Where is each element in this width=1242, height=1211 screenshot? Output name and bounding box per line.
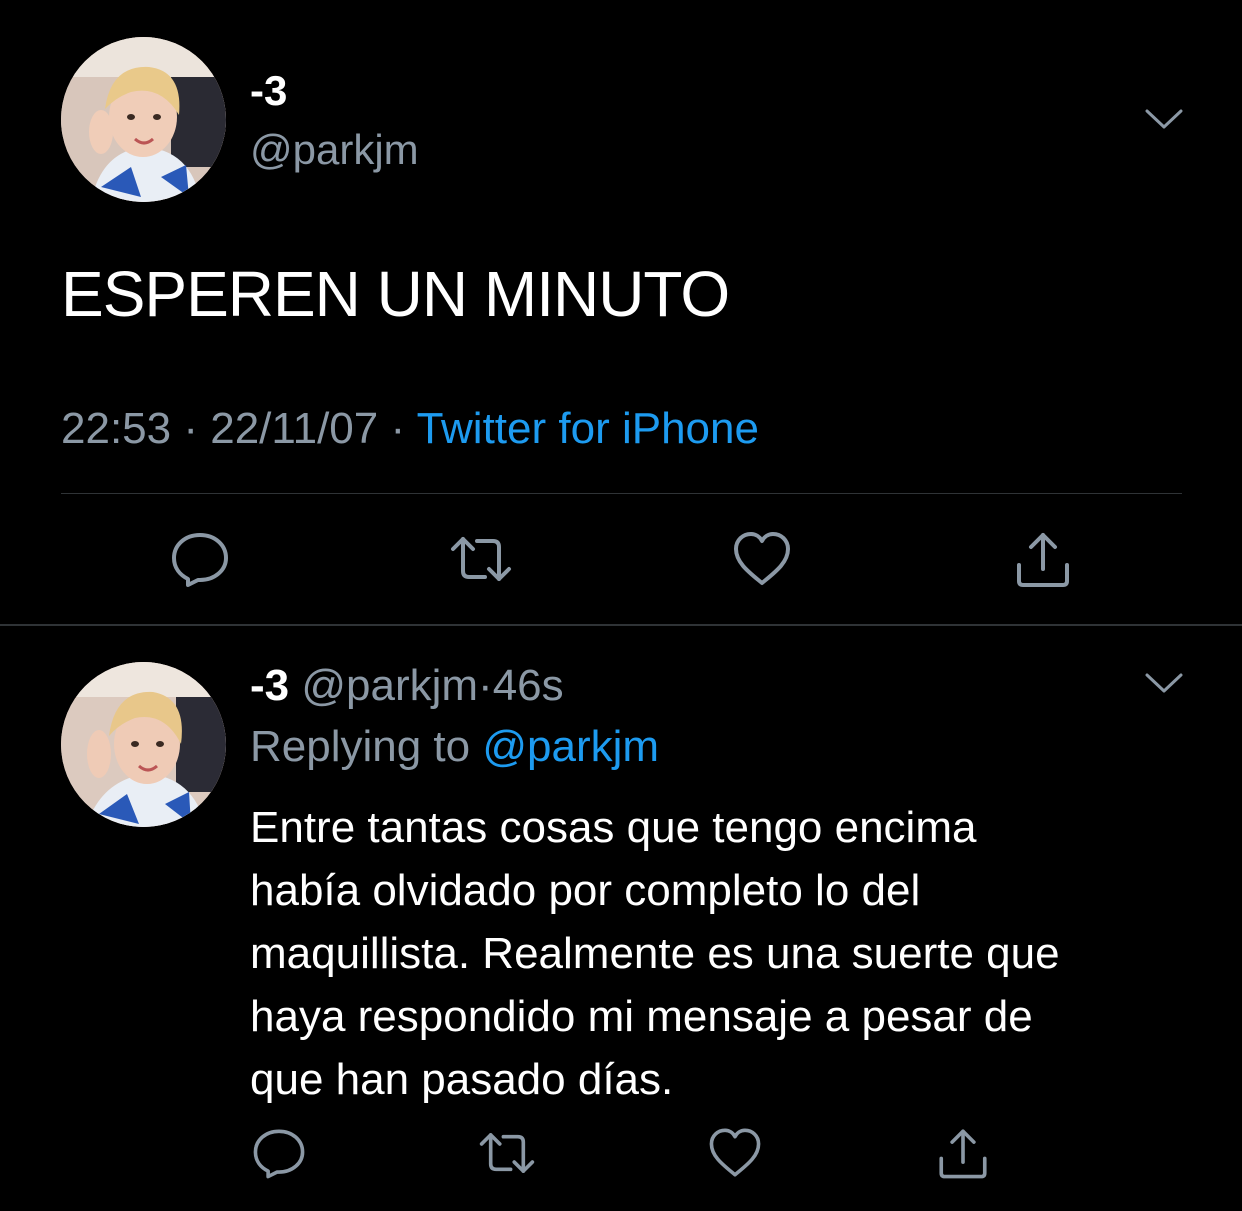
- user-handle[interactable]: @parkjm: [250, 123, 419, 177]
- replying-prefix: Replying to: [250, 722, 471, 771]
- like-icon[interactable]: [730, 527, 794, 591]
- tweet-time: 46s: [492, 661, 564, 710]
- chevron-down-icon[interactable]: [1144, 107, 1184, 131]
- tweet-meta: 22:53 · 22/11/07 · Twitter for iPhone: [61, 401, 759, 457]
- like-icon[interactable]: [706, 1124, 764, 1182]
- replying-to: Replying to @parkjm: [250, 719, 659, 775]
- share-icon[interactable]: [1011, 527, 1075, 591]
- display-name[interactable]: -3: [250, 661, 289, 710]
- tweet-text-line: había olvidado por completo lo del: [250, 866, 921, 915]
- reply-icon[interactable]: [168, 527, 232, 591]
- chevron-down-icon[interactable]: [1144, 671, 1184, 695]
- separator: ·: [183, 404, 198, 453]
- display-name[interactable]: -3: [250, 64, 287, 118]
- tweet-text-line: haya respondido mi mensaje a pesar de: [250, 992, 1033, 1041]
- tweet-source-link[interactable]: Twitter for iPhone: [417, 404, 759, 453]
- retweet-icon[interactable]: [478, 1124, 536, 1182]
- avatar[interactable]: [61, 37, 226, 202]
- tweet-text: Entre tantas cosas que tengo encima habí…: [250, 796, 1190, 1111]
- user-handle[interactable]: @parkjm: [301, 661, 478, 710]
- reply-header: -3 @parkjm·46s: [250, 658, 564, 714]
- avatar[interactable]: [61, 662, 226, 827]
- share-icon[interactable]: [934, 1124, 992, 1182]
- retweet-icon[interactable]: [449, 527, 513, 591]
- tweet-time: 22:53: [61, 404, 172, 453]
- replying-mention-link[interactable]: @parkjm: [482, 722, 659, 771]
- tweet-text-line: que han pasado días.: [250, 1055, 674, 1104]
- tweet-text: ESPEREN UN MINUTO: [61, 258, 730, 330]
- tweet-text-line: Entre tantas cosas que tengo encima: [250, 803, 977, 852]
- divider: [61, 493, 1182, 494]
- separator: ·: [478, 661, 493, 710]
- tweet-date: 22/11/07: [210, 404, 379, 453]
- separator: ·: [390, 404, 406, 453]
- divider: [0, 624, 1242, 626]
- tweet-text-line: maquillista. Realmente es una suerte que: [250, 929, 1060, 978]
- reply-icon[interactable]: [250, 1124, 308, 1182]
